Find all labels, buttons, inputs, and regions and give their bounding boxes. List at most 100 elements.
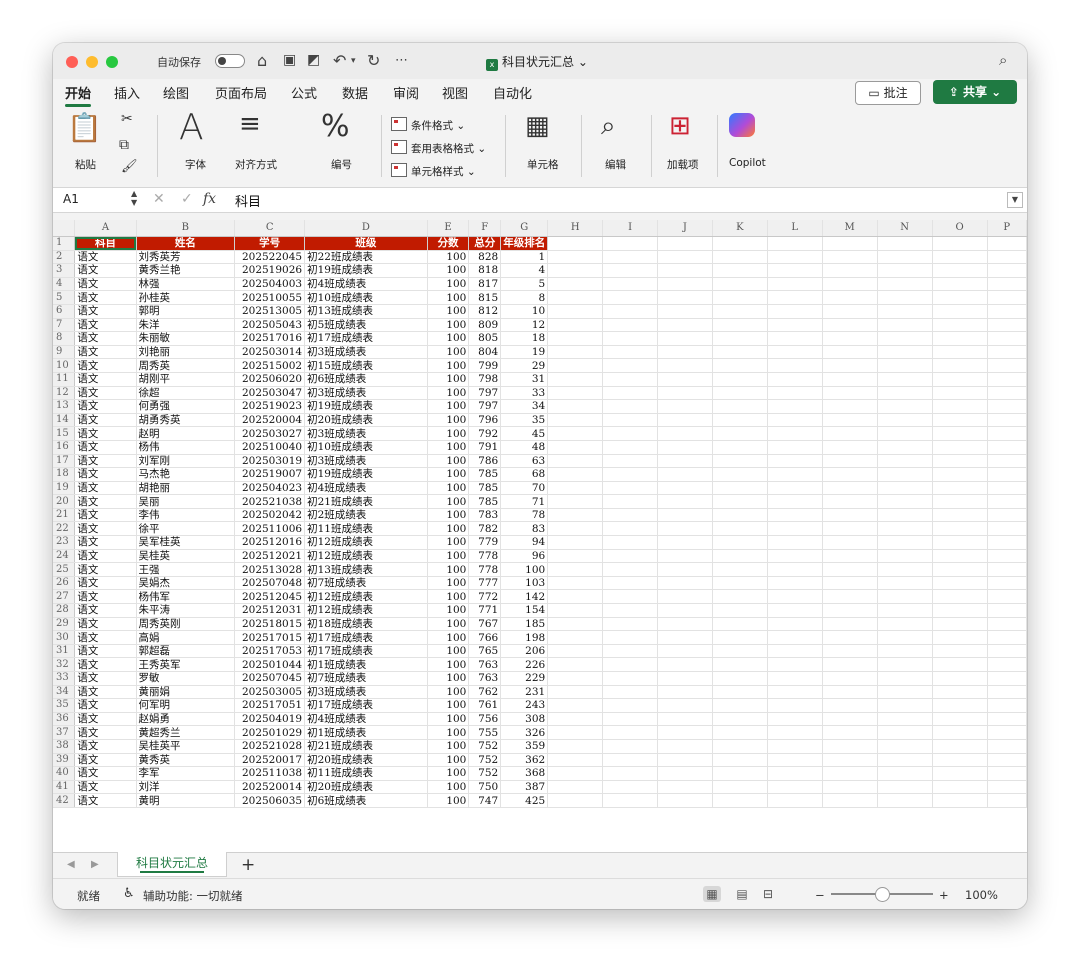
- empty-cell[interactable]: [547, 331, 604, 346]
- prev-sheet-icon[interactable]: ◀: [67, 859, 75, 870]
- data-cell[interactable]: 226: [500, 657, 549, 672]
- data-cell[interactable]: 202520017: [234, 753, 306, 768]
- empty-cell[interactable]: [712, 589, 768, 605]
- empty-cell[interactable]: [602, 413, 658, 428]
- data-cell[interactable]: 徐超: [136, 386, 236, 401]
- empty-cell[interactable]: [712, 426, 768, 441]
- data-cell[interactable]: 初20班成绩表: [304, 413, 428, 428]
- page-layout-view-icon[interactable]: ▤: [733, 886, 751, 902]
- data-cell[interactable]: 100: [427, 481, 470, 496]
- empty-cell[interactable]: [932, 630, 988, 645]
- empty-cell[interactable]: [932, 725, 988, 740]
- data-cell[interactable]: 799: [468, 358, 502, 373]
- data-cell[interactable]: 202503047: [234, 386, 306, 401]
- data-cell[interactable]: 朱洋: [136, 318, 236, 333]
- empty-cell[interactable]: [712, 753, 768, 768]
- empty-cell[interactable]: [932, 562, 988, 577]
- empty-cell[interactable]: [987, 589, 1027, 605]
- data-cell[interactable]: 817: [468, 277, 502, 292]
- data-cell[interactable]: 763: [468, 657, 502, 672]
- empty-cell[interactable]: [547, 603, 604, 618]
- empty-cell[interactable]: [547, 263, 604, 278]
- empty-cell[interactable]: [547, 617, 604, 632]
- data-cell[interactable]: 赵明: [136, 426, 236, 441]
- empty-cell[interactable]: [657, 712, 713, 727]
- data-cell[interactable]: 798: [468, 372, 502, 387]
- empty-cell[interactable]: [987, 508, 1027, 523]
- row-header[interactable]: 13: [53, 399, 76, 414]
- data-cell[interactable]: 初1班成绩表: [304, 725, 428, 740]
- data-cell[interactable]: 828: [468, 250, 502, 265]
- data-cell[interactable]: 语文: [74, 331, 137, 346]
- data-cell[interactable]: 100: [427, 277, 470, 292]
- fx-icon[interactable]: fx: [203, 191, 216, 207]
- empty-cell[interactable]: [767, 345, 823, 360]
- row-header[interactable]: 32: [53, 657, 76, 672]
- empty-cell[interactable]: [767, 739, 823, 754]
- data-cell[interactable]: 63: [500, 454, 549, 469]
- empty-cell[interactable]: [767, 331, 823, 346]
- data-cell[interactable]: 154: [500, 603, 549, 618]
- name-box-stepper-icon[interactable]: ▲ ▼: [131, 189, 137, 207]
- data-cell[interactable]: 202501029: [234, 725, 306, 740]
- tab-draw[interactable]: 绘图: [163, 83, 189, 102]
- data-cell[interactable]: 语文: [74, 508, 137, 523]
- data-cell[interactable]: 初4班成绩表: [304, 712, 428, 727]
- empty-cell[interactable]: [767, 793, 823, 808]
- data-cell[interactable]: 308: [500, 712, 549, 727]
- data-cell[interactable]: 初12班成绩表: [304, 535, 428, 550]
- row-header[interactable]: 5: [53, 290, 76, 305]
- empty-cell[interactable]: [822, 521, 878, 537]
- empty-cell[interactable]: [767, 753, 823, 768]
- empty-cell[interactable]: [602, 753, 658, 768]
- empty-cell[interactable]: [987, 290, 1027, 305]
- data-cell[interactable]: 初12班成绩表: [304, 549, 428, 564]
- undo-icon[interactable]: ↶: [333, 51, 346, 70]
- data-cell[interactable]: 202520004: [234, 413, 306, 428]
- data-cell[interactable]: 林强: [136, 277, 236, 292]
- row-header[interactable]: 4: [53, 277, 76, 292]
- data-cell[interactable]: 1: [500, 250, 549, 265]
- data-cell[interactable]: 202506020: [234, 372, 306, 387]
- data-cell[interactable]: 初22班成绩表: [304, 250, 428, 265]
- row-header[interactable]: 28: [53, 603, 76, 618]
- data-cell[interactable]: 语文: [74, 644, 137, 659]
- empty-cell[interactable]: [767, 250, 823, 265]
- data-cell[interactable]: 语文: [74, 562, 137, 577]
- save-icon[interactable]: ▣: [283, 52, 296, 68]
- empty-cell[interactable]: [547, 739, 604, 754]
- empty-cell[interactable]: [712, 562, 768, 577]
- data-cell[interactable]: 胡勇秀英: [136, 413, 236, 428]
- empty-cell[interactable]: [602, 345, 658, 360]
- empty-cell[interactable]: [712, 236, 768, 251]
- empty-cell[interactable]: [877, 386, 933, 401]
- data-cell[interactable]: 752: [468, 753, 502, 768]
- empty-cell[interactable]: [822, 467, 878, 482]
- data-cell[interactable]: 马杰艳: [136, 467, 236, 482]
- empty-cell[interactable]: [987, 671, 1027, 686]
- empty-cell[interactable]: [547, 766, 604, 781]
- data-cell[interactable]: 368: [500, 766, 549, 781]
- data-cell[interactable]: 202512016: [234, 535, 306, 550]
- empty-cell[interactable]: [602, 331, 658, 346]
- empty-cell[interactable]: [932, 331, 988, 346]
- data-cell[interactable]: 771: [468, 603, 502, 618]
- column-header[interactable]: C: [234, 220, 306, 237]
- row-header[interactable]: 30: [53, 630, 76, 645]
- zoom-level[interactable]: 100%: [965, 888, 998, 902]
- data-cell[interactable]: 202513005: [234, 304, 306, 319]
- empty-cell[interactable]: [822, 793, 878, 808]
- empty-cell[interactable]: [987, 236, 1027, 251]
- data-cell[interactable]: 语文: [74, 535, 137, 550]
- empty-cell[interactable]: [987, 535, 1027, 550]
- empty-cell[interactable]: [547, 426, 604, 441]
- data-cell[interactable]: 202505043: [234, 318, 306, 333]
- data-cell[interactable]: 初17班成绩表: [304, 698, 428, 713]
- empty-cell[interactable]: [987, 426, 1027, 441]
- empty-cell[interactable]: [822, 644, 878, 659]
- data-cell[interactable]: 100: [427, 617, 470, 632]
- empty-cell[interactable]: [877, 318, 933, 333]
- row-header[interactable]: 20: [53, 494, 76, 509]
- empty-cell[interactable]: [932, 263, 988, 278]
- column-header[interactable]: F: [468, 220, 502, 237]
